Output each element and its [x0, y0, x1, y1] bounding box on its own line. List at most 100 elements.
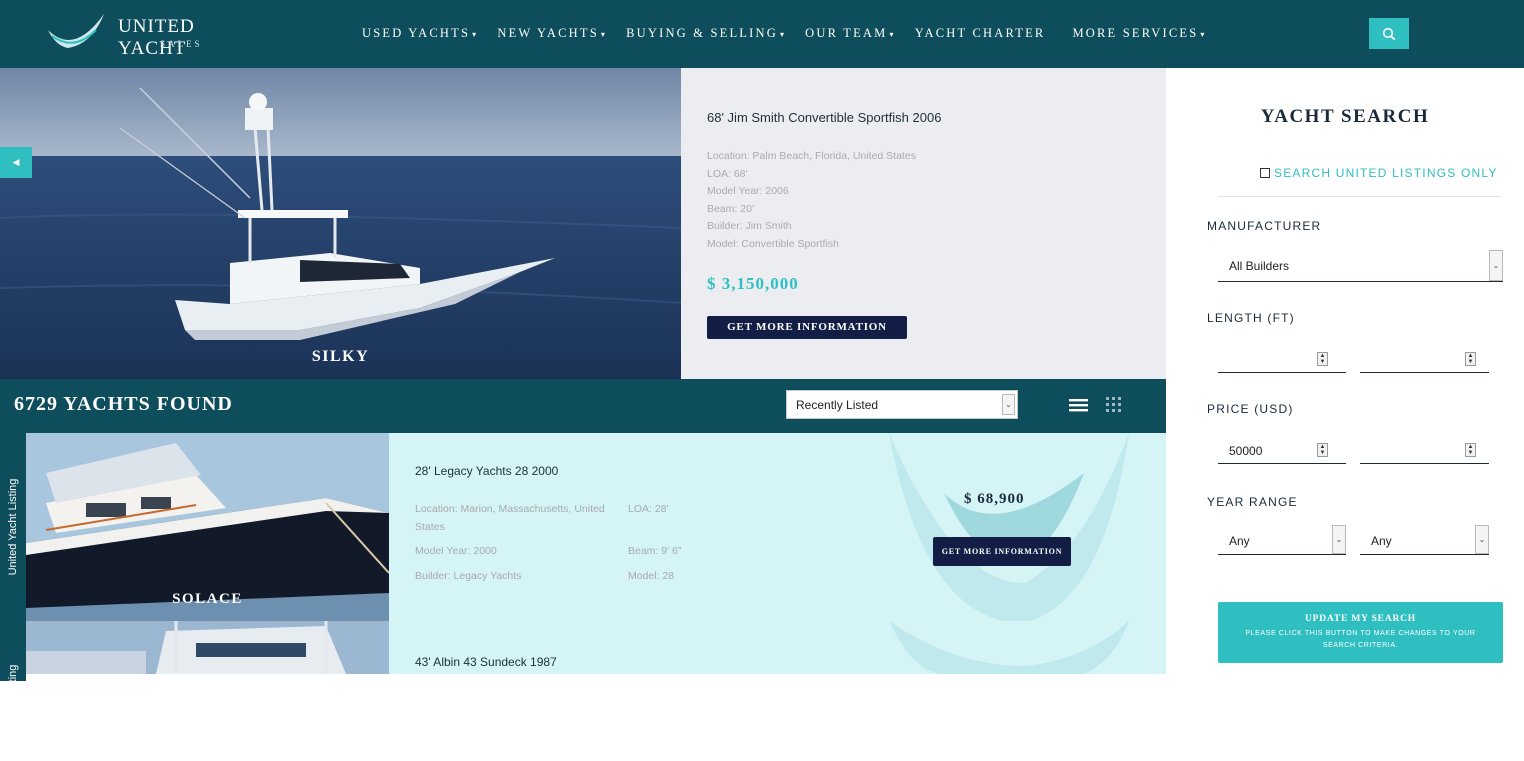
united-listing-tab-label: United Yacht Listing — [7, 664, 19, 761]
listing-card: 43' Albin 43 Sundeck 1987 — [389, 621, 1166, 674]
grid-view-button[interactable] — [1105, 396, 1123, 414]
logo-text: UNITED YACHT — [118, 16, 195, 59]
chevron-down-icon: ⌄ — [1332, 525, 1346, 554]
caret-down-icon: ▾ — [1200, 30, 1207, 39]
featured-yacht-price: $ 3,150,000 — [707, 274, 799, 293]
length-min-input[interactable]: ▲ ▼ — [1218, 349, 1346, 373]
nav-yacht-charter[interactable]: YACHT CHARTER — [915, 26, 1046, 41]
spec-location-cont: States — [415, 521, 445, 533]
update-search-subtitle: PLEASE CLICK THIS BUTTON TO MAKE CHANGES… — [1245, 630, 1476, 649]
listing-yacht-name: SOLACE — [172, 591, 243, 607]
united-listing-tab: United Yacht Listing — [0, 433, 26, 621]
length-label: LENGTH (FT) — [1207, 311, 1295, 325]
united-only-checkbox[interactable]: SEARCH UNITED LISTINGS ONLY — [1260, 166, 1498, 180]
featured-yacht-title[interactable]: 68' Jim Smith Convertible Sportfish 2006 — [707, 110, 941, 125]
list-view-icon — [1069, 399, 1088, 412]
spinner-icon[interactable]: ▲ ▼ — [1317, 443, 1328, 457]
featured-get-more-info-button[interactable]: GET MORE INFORMATION — [707, 316, 907, 339]
spinner-icon[interactable]: ▲ ▼ — [1465, 443, 1476, 457]
featured-yacht-specs: Location: Palm Beach, Florida, United St… — [707, 148, 916, 254]
price-max-input[interactable]: ▲ ▼ — [1360, 440, 1489, 464]
listing-results: United Yacht Listing SOLACE 28' Legacy Y… — [0, 433, 1166, 761]
spec-beam: Beam: 9' 6" — [628, 545, 682, 557]
chevron-down-icon: ⌄ — [1002, 394, 1015, 415]
nav-more-services[interactable]: MORE SERVICES ▾ — [1072, 26, 1206, 41]
results-count: 6729 YACHTS FOUND — [14, 393, 233, 415]
watermark-swoosh-icon — [889, 621, 1129, 674]
featured-yacht-name: SILKY — [311, 348, 370, 365]
sort-select[interactable]: Recently Listed ⌄ — [786, 390, 1018, 419]
checkbox-icon — [1260, 168, 1270, 178]
spec-location: Location: Marion, Massachusetts, United — [415, 503, 605, 515]
spec-model: Model: Convertible Sportfish — [707, 237, 839, 250]
nav-label: NEW YACHTS — [497, 26, 599, 40]
year-max-value: Any — [1371, 534, 1392, 548]
chevron-down-icon: ⌄ — [1489, 250, 1503, 281]
listing-photo-image — [26, 621, 389, 674]
price-min-input[interactable]: 50000 ▲ ▼ — [1218, 440, 1346, 464]
spec-builder: Builder: Legacy Yachts — [415, 570, 522, 582]
caret-down-icon: ▾ — [889, 30, 896, 39]
price-min-value: 50000 — [1229, 444, 1263, 458]
featured-yacht-details: 68' Jim Smith Convertible Sportfish 2006… — [681, 68, 1166, 379]
united-listing-tab: United Yacht Listing — [0, 621, 26, 761]
nav-label: YACHT CHARTER — [914, 26, 1046, 40]
listing-title[interactable]: 43' Albin 43 Sundeck 1987 — [415, 655, 557, 669]
site-logo[interactable]: UNITED YACHT SALES — [46, 12, 266, 59]
list-view-button[interactable] — [1069, 397, 1089, 413]
caret-down-icon: ▾ — [472, 30, 479, 39]
spec-loa: LOA: 68' — [707, 167, 748, 180]
nav-used-yachts[interactable]: USED YACHTS ▾ — [362, 26, 478, 41]
length-max-input[interactable]: ▲ ▼ — [1360, 349, 1489, 373]
spec-location: Location: Palm Beach, Florida, United St… — [707, 150, 916, 162]
united-only-label: SEARCH UNITED LISTINGS ONLY — [1274, 166, 1498, 180]
nav-label: OUR TEAM — [805, 26, 888, 40]
spec-model: Model: 28 — [628, 570, 675, 582]
listing-get-more-info-button[interactable]: GET MORE INFORMATION — [933, 537, 1071, 566]
chevron-down-icon: ⌄ — [1475, 525, 1489, 554]
nav-buying-selling[interactable]: BUYING & SELLING ▾ — [626, 26, 786, 41]
listing-card: 28' Legacy Yachts 28 2000 Location: Mari… — [389, 433, 1166, 621]
arrow-left-icon: ◀ — [12, 157, 20, 167]
update-search-button[interactable]: UPDATE MY SEARCH PLEASE CLICK THIS BUTTO… — [1218, 602, 1503, 663]
spec-beam: Beam: 20' — [707, 202, 754, 215]
caret-down-icon: ▾ — [779, 30, 787, 39]
year-max-select[interactable]: Any ⌄ — [1360, 525, 1489, 555]
main-menu: USED YACHTS ▾ NEW YACHTS ▾ BUYING & SELLIN… — [362, 26, 1226, 41]
nav-label: BUYING & SELLING — [626, 26, 778, 40]
spinner-icon[interactable]: ▲ ▼ — [1465, 352, 1476, 366]
results-bar: 6729 YACHTS FOUND Recently Listed ⌄ — [0, 379, 1166, 433]
united-listing-tab-label: United Yacht Listing — [7, 478, 19, 576]
listing-price: $ 68,900 — [964, 491, 1025, 507]
year-min-select[interactable]: Any ⌄ — [1218, 525, 1346, 555]
top-navigation-bar: UNITED YACHT SALES USED YACHTS ▾ NEW YACH… — [0, 0, 1524, 68]
spec-builder: Builder: Jim Smith — [707, 220, 792, 233]
logo-swoosh-icon — [48, 14, 104, 48]
price-label: PRICE (USD) — [1207, 402, 1294, 416]
year-range-label: YEAR RANGE — [1207, 495, 1298, 509]
spinner-icon[interactable]: ▲ ▼ — [1317, 352, 1328, 366]
watermark-swoosh-icon — [889, 433, 1129, 621]
manufacturer-select[interactable]: All Builders ⌄ — [1218, 250, 1503, 282]
nav-our-team[interactable]: OUR TEAM ▾ — [805, 26, 896, 41]
manufacturer-select-value: All Builders — [1229, 259, 1290, 273]
spec-loa: LOA: 28' — [628, 503, 669, 515]
listing-photo[interactable] — [26, 621, 389, 674]
carousel-prev-button[interactable]: ◀ — [0, 147, 32, 178]
spec-model-year: Model Year: 2006 — [707, 185, 789, 198]
listing-title[interactable]: 28' Legacy Yachts 28 2000 — [415, 464, 558, 478]
year-min-value: Any — [1229, 534, 1250, 548]
nav-label: MORE SERVICES — [1072, 26, 1199, 40]
yacht-search-panel: YACHT SEARCH SEARCH UNITED LISTINGS ONLY… — [1166, 68, 1524, 674]
divider — [1218, 196, 1501, 197]
yacht-search-title: YACHT SEARCH — [1260, 106, 1430, 127]
logo-subtext: SALES — [160, 39, 203, 49]
search-icon — [1382, 27, 1396, 40]
search-button[interactable] — [1369, 18, 1409, 49]
nav-label: USED YACHTS — [362, 26, 471, 40]
nav-new-yachts[interactable]: NEW YACHTS ▾ — [497, 26, 607, 41]
grid-view-icon — [1106, 397, 1121, 412]
update-search-title: UPDATE MY SEARCH — [1305, 614, 1416, 624]
yacht-photo-image — [0, 68, 681, 379]
featured-yacht-photo[interactable] — [0, 68, 681, 379]
